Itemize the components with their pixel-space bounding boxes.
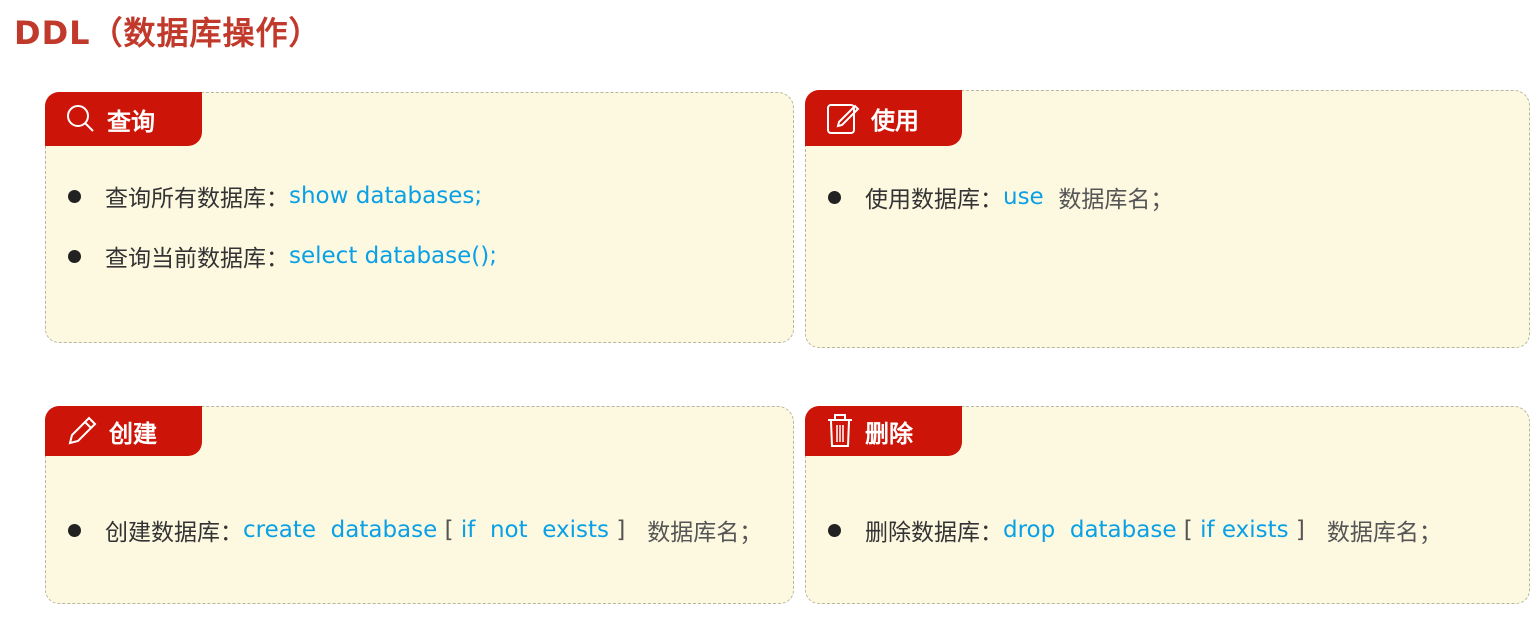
item-label: 删除数据库： [865, 520, 1003, 546]
optional-clause: if not exists [460, 517, 610, 543]
drop-card: 删除 删除数据库： drop database [ if exists ] 数据库… [805, 406, 1530, 604]
query-tab: 查询 [45, 92, 202, 146]
list-item: 使用数据库： use 数据库名； [828, 180, 1173, 214]
optional-clause: if exists [1200, 517, 1289, 543]
code-text: show databases; [289, 183, 483, 209]
item-label: 查询当前数据库： [105, 246, 289, 272]
item-label: 查询所有数据库： [105, 186, 289, 212]
bullet [68, 189, 81, 203]
bracket-open: [ [437, 517, 461, 543]
code-text: select database(); [289, 243, 497, 269]
page-title: DDL（数据库操作） [14, 14, 322, 52]
item-label: 使用数据库： [865, 187, 1003, 213]
list-item: 创建数据库： create database [ if not exists ] … [68, 513, 762, 547]
db-name-text: 数据库名； [1043, 187, 1174, 213]
bullet [828, 523, 841, 537]
list-item: 查询当前数据库： select database(); [68, 239, 497, 273]
use-tab-label: 使用 [871, 106, 919, 135]
edit-icon [827, 104, 860, 134]
create-tab: 创建 [45, 406, 202, 456]
search-icon [67, 105, 94, 132]
code-text: drop database [1003, 517, 1177, 543]
db-name-text: 数据库名； [639, 520, 763, 546]
bracket-open: [ [1176, 517, 1201, 543]
db-name-text: 数据库名； [1319, 520, 1442, 546]
item-label: 创建数据库： [105, 520, 243, 546]
bracket-close: ] [609, 517, 640, 543]
code-text: create database [243, 517, 438, 543]
use-tab: 使用 [805, 90, 962, 146]
drop-tab: 删除 [805, 406, 962, 456]
bullet [828, 190, 841, 204]
list-item: 删除数据库： drop database [ if exists ] 数据库名； [828, 513, 1442, 547]
create-tab-label: 创建 [109, 419, 157, 448]
bracket-close: ] [1288, 517, 1320, 543]
trash-icon [828, 414, 852, 447]
bullet [68, 523, 81, 537]
bullet [68, 249, 81, 263]
code-text: use [1003, 184, 1044, 210]
create-card: 创建 创建数据库： create database [ if not exists… [45, 406, 794, 604]
list-item: 查询所有数据库： show databases; [68, 179, 482, 213]
drop-tab-label: 删除 [865, 419, 913, 448]
query-tab-label: 查询 [107, 107, 155, 136]
pencil-icon [68, 416, 97, 445]
use-card: 使用 使用数据库： use 数据库名； [805, 90, 1530, 348]
query-card: 查询 查询所有数据库： show databases; 查询当前数据库： selec… [45, 92, 794, 343]
